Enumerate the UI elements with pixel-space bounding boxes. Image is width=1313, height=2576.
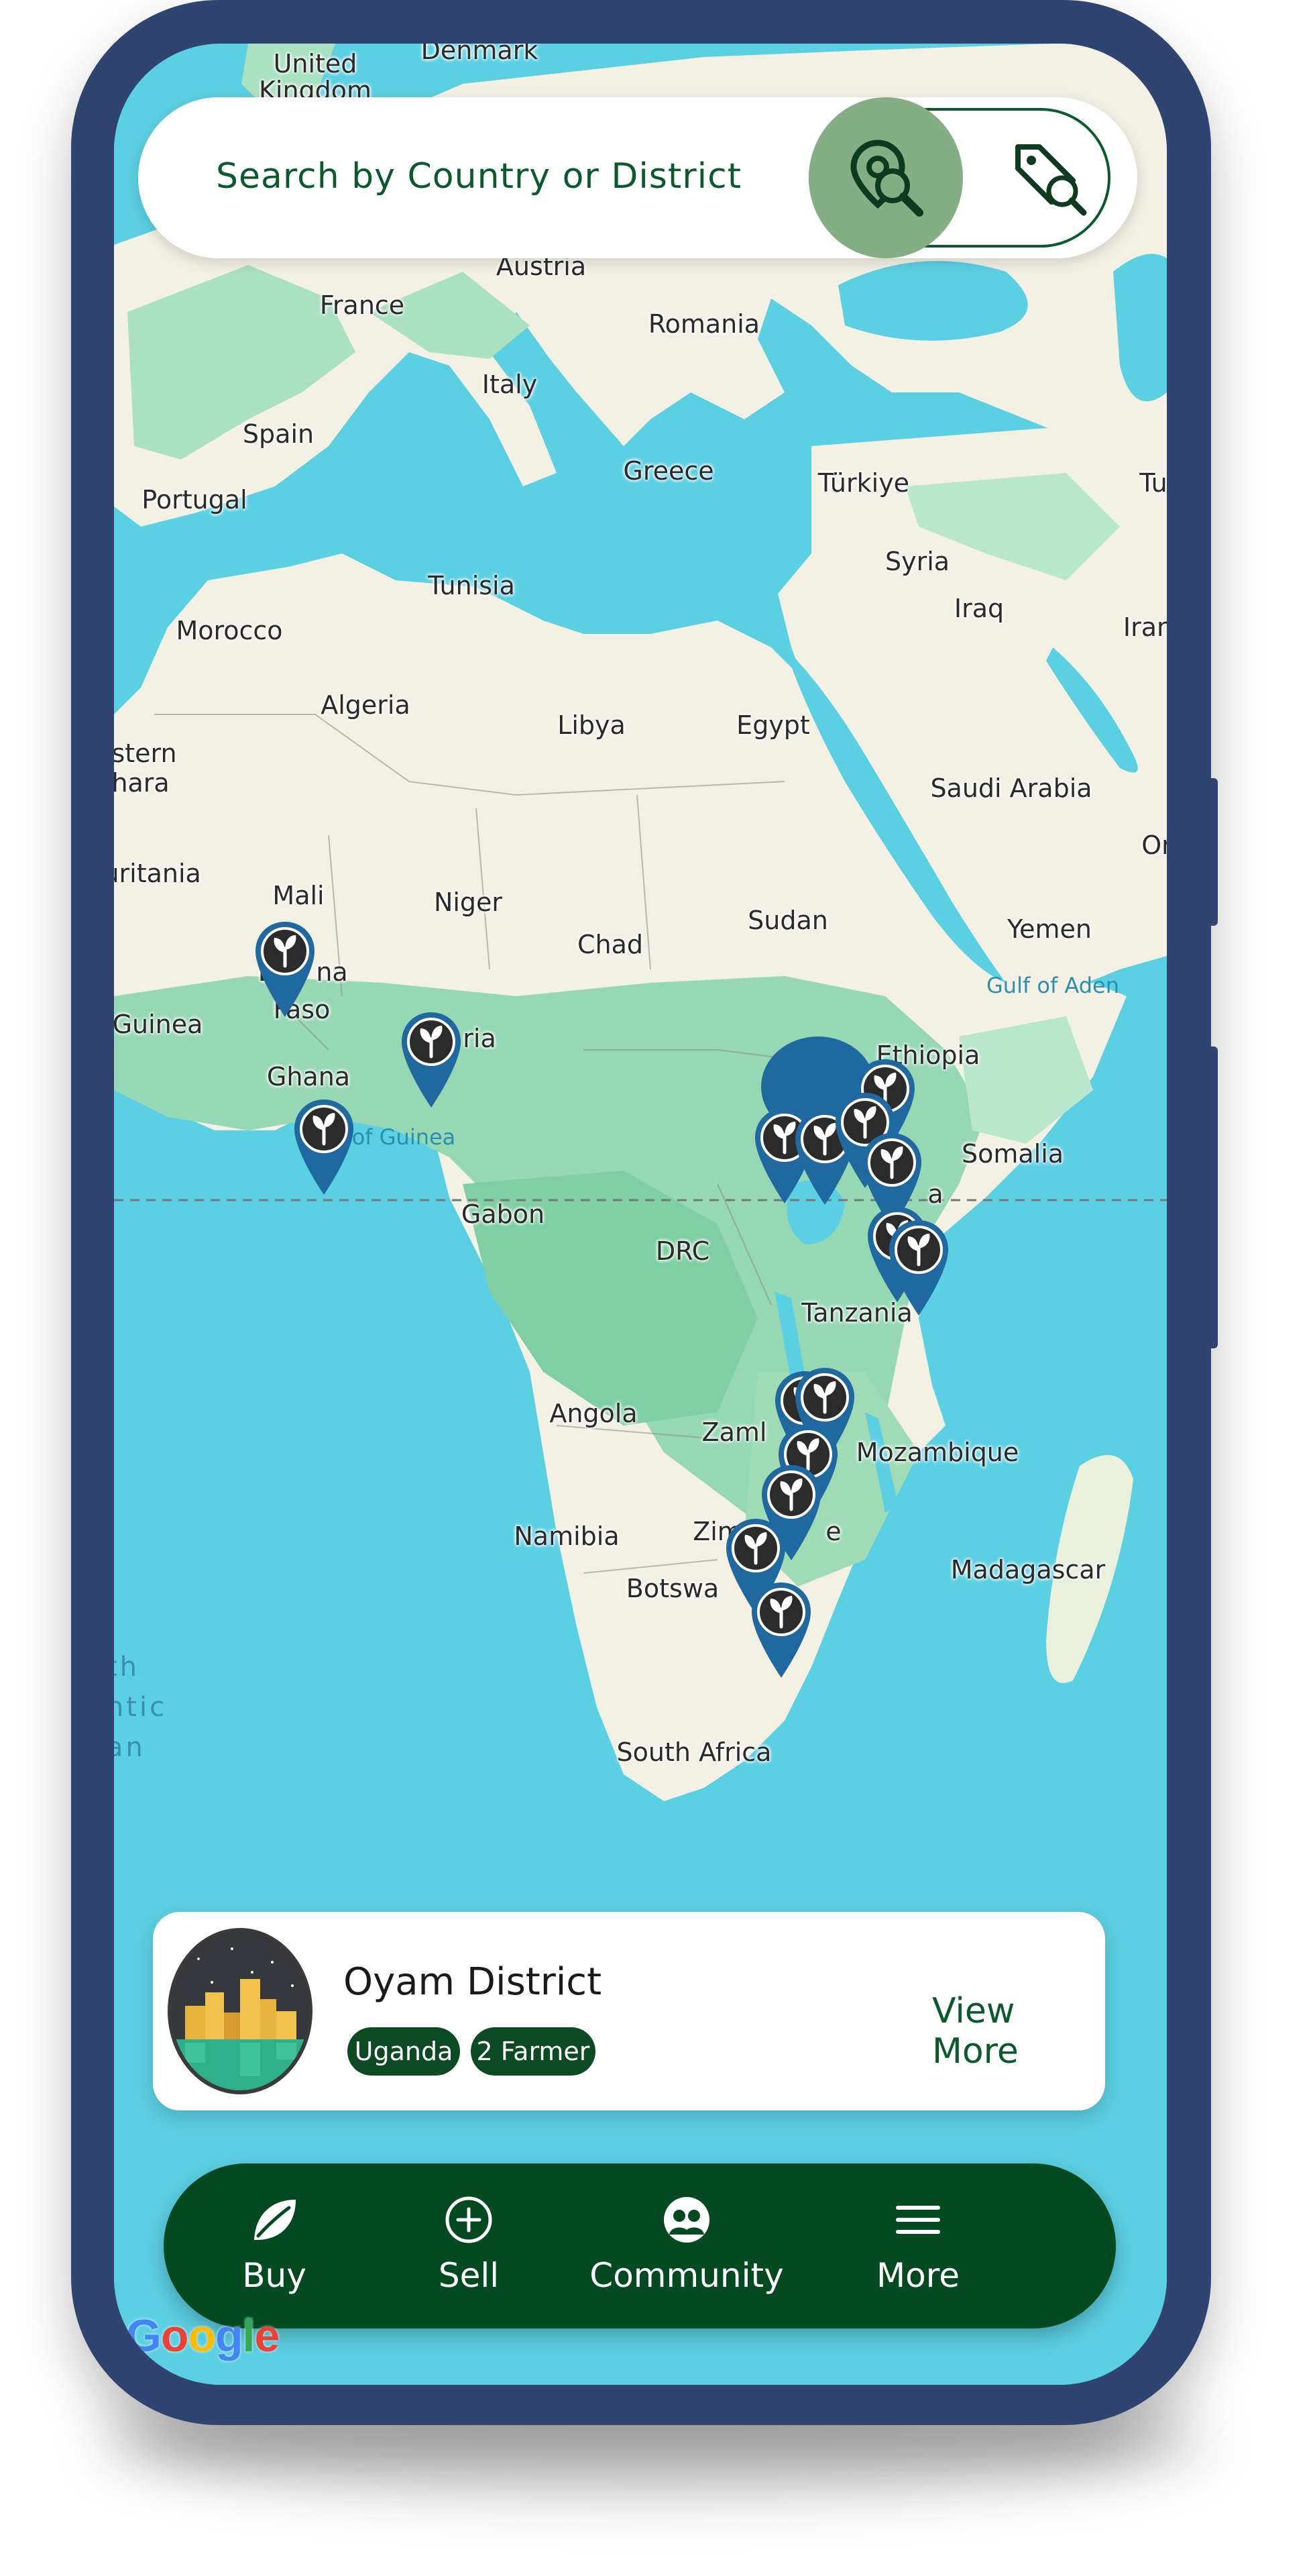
tag-search-icon (1015, 144, 1087, 216)
map-label-portugal: Portugal (141, 485, 247, 515)
location-search-icon (850, 140, 923, 217)
map-label-oman: Or (1141, 830, 1167, 860)
map-label-south-atlantic: th ntic an (114, 1652, 168, 1763)
nav-label-sell: Sell (438, 2256, 500, 2295)
map-label-saudi-arabia: Saudi Arabia (930, 773, 1092, 803)
farm-sprout-pin-icon[interactable] (398, 1010, 465, 1110)
farm-sprout-pin-icon[interactable] (251, 919, 319, 1020)
map-label-tunisia: Tunisia (428, 571, 515, 600)
map-label-france: France (319, 290, 405, 320)
map-label-turkiye: Türkiye (817, 468, 910, 498)
map-label-mauritania: auritania (114, 859, 201, 888)
map-label-zambia: Zaml (701, 1417, 767, 1447)
city-illustration-avatar (168, 1928, 312, 2094)
plus-circle-icon (445, 2196, 492, 2243)
search-bar: Search by Country or District (138, 97, 1137, 258)
map-label-libya: Libya (557, 710, 626, 740)
map-label-south-africa: South Africa (616, 1737, 772, 1767)
map-label-madagascar: Madagascar (950, 1555, 1106, 1585)
farmer-count-chip: 2 Farmer (471, 2027, 595, 2076)
district-name: Oyam District (343, 1960, 602, 2004)
farm-sprout-pin-icon[interactable] (290, 1097, 357, 1197)
map-label-mali: Mali (272, 881, 325, 910)
map-label-greece: Greece (623, 456, 714, 486)
map-label-gulf-of-guinea: of Guinea (351, 1124, 456, 1150)
nav-item-buy[interactable]: Buy (211, 2163, 338, 2328)
nav-label-more: More (876, 2256, 960, 2295)
volume-button (1207, 1046, 1218, 1348)
nav-label-community: Community (589, 2256, 784, 2295)
map-label-gulf-of-aden: Gulf of Aden (986, 973, 1120, 998)
map-label-ghana: Ghana (266, 1062, 351, 1091)
search-input[interactable]: Search by Country or District (216, 156, 742, 197)
community-icon (664, 2197, 709, 2243)
map-label-somalia: Somalia (961, 1139, 1064, 1169)
map-label-guinea: Guinea (114, 1010, 203, 1039)
map-label-spain: Spain (242, 419, 315, 449)
map-label-niger: Niger (433, 888, 503, 917)
map-label-drc: DRC (655, 1236, 710, 1266)
map-label-chad: Chad (577, 930, 644, 959)
nav-item-community[interactable]: Community (586, 2163, 787, 2328)
nav-item-sell[interactable]: Sell (405, 2163, 532, 2328)
map-label-nigeria: ria (463, 1024, 496, 1053)
view-more-link[interactable]: View More (932, 1991, 1105, 2072)
map-label-morocco: Morocco (176, 616, 283, 645)
map-label-gabon: Gabon (461, 1199, 545, 1229)
map-label-egypt: Egypt (736, 710, 810, 740)
tag-search-button[interactable] (1003, 117, 1110, 238)
map-label-iran: Iran (1123, 612, 1167, 642)
menu-icon (896, 2206, 940, 2234)
nav-label-buy: Buy (242, 2256, 306, 2295)
map-label-romania: Romania (648, 309, 760, 339)
map-label-yemen: Yemen (1007, 914, 1092, 944)
map-label-turkey-edge: Tu (1139, 468, 1167, 498)
bottom-nav: Buy Sell Community More (164, 2163, 1116, 2328)
map-label-western-sahara: stern hara (114, 739, 177, 798)
map-label-syria: Syria (884, 547, 950, 576)
farm-sprout-pin-icon[interactable] (885, 1218, 952, 1318)
map-label-algeria: Algeria (321, 690, 410, 720)
map-label-denmark: Denmark (420, 44, 538, 65)
map-label-mozambique: Mozambique (856, 1438, 1019, 1467)
country-chip: Uganda (347, 2027, 460, 2076)
map-label-angola: Angola (549, 1399, 638, 1428)
location-search-button[interactable] (809, 97, 963, 258)
map-label-united-kingdom: United Kingdom (258, 49, 372, 105)
phone-screen: United Kingdom Denmark Austria France Ro… (114, 44, 1167, 2385)
district-info-card[interactable]: Oyam District Uganda 2 Farmer View More (153, 1912, 1105, 2110)
nav-item-more[interactable]: More (841, 2163, 995, 2328)
map-label-botswana: Botswa (626, 1574, 720, 1603)
map-label-sudan: Sudan (748, 906, 828, 935)
leaf-icon (254, 2200, 296, 2240)
map-label-italy: Italy (481, 370, 538, 399)
map-label-burkina-faso-b: na (316, 957, 348, 987)
google-attribution-logo: Google (126, 2310, 280, 2361)
map-label-namibia: Namibia (514, 1521, 620, 1551)
farm-sprout-pin-icon[interactable] (748, 1580, 815, 1680)
map-label-iraq: Iraq (954, 594, 1005, 623)
power-button (1207, 778, 1218, 926)
